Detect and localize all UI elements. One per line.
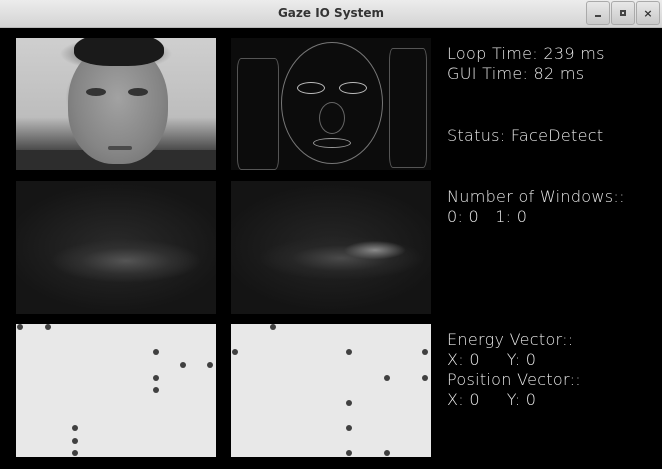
edge-background-left [237,58,279,170]
right-eye-view [231,181,431,314]
face-hair [74,38,164,66]
plot-point [346,349,352,355]
app-window: Gaze IO System × Loop Time: 239 ms GUI T… [0,0,662,469]
maximize-icon [620,10,626,16]
plot-point [72,450,78,456]
plot-point [384,450,390,456]
plot-point [72,438,78,444]
gui-time-text: GUI Time: 82 ms [447,64,585,83]
plot-point [153,387,159,393]
plot-point [207,362,213,368]
plot-point [346,400,352,406]
face-right-eye [128,88,148,96]
close-icon: × [643,6,653,20]
plot-point [180,362,186,368]
maximize-button[interactable] [611,1,635,25]
position-vector-label: Position Vector:: [447,370,581,389]
window-controls: × [586,0,660,27]
face-mouth [108,146,132,150]
face-left-eye [86,88,106,96]
energy-vector-values: X: 0 Y: 0 [447,350,537,369]
edge-mouth [313,138,351,148]
plot-point [422,349,428,355]
right-point-plot [231,324,431,457]
status-text: Status: FaceDetect [447,126,604,145]
windows-count-values: 0: 0 1: 0 [447,207,528,226]
title-bar[interactable]: Gaze IO System × [0,0,662,28]
plot-point [270,324,276,330]
plot-point [232,349,238,355]
plot-point [45,324,51,330]
minimize-icon [595,15,601,17]
plot-point [153,349,159,355]
loop-time-text: Loop Time: 239 ms [447,44,605,63]
left-point-plot [16,324,216,457]
face-camera-view [16,38,216,170]
left-eye-view [16,181,216,314]
edge-nose [319,102,345,134]
plot-point [346,450,352,456]
plot-point [346,425,352,431]
plot-point [17,324,23,330]
edge-left-eye [297,82,325,94]
energy-vector-label: Energy Vector:: [447,330,574,349]
minimize-button[interactable] [586,1,610,25]
close-button[interactable]: × [636,1,660,25]
plot-point [384,375,390,381]
plot-point [72,425,78,431]
face-edge-view [231,38,431,170]
position-vector-values: X: 0 Y: 0 [447,390,537,409]
plot-point [422,375,428,381]
edge-background-right [389,48,427,168]
window-title: Gaze IO System [277,6,385,20]
windows-count-label: Number of Windows:: [447,187,625,206]
edge-right-eye [339,82,367,94]
plot-point [153,375,159,381]
